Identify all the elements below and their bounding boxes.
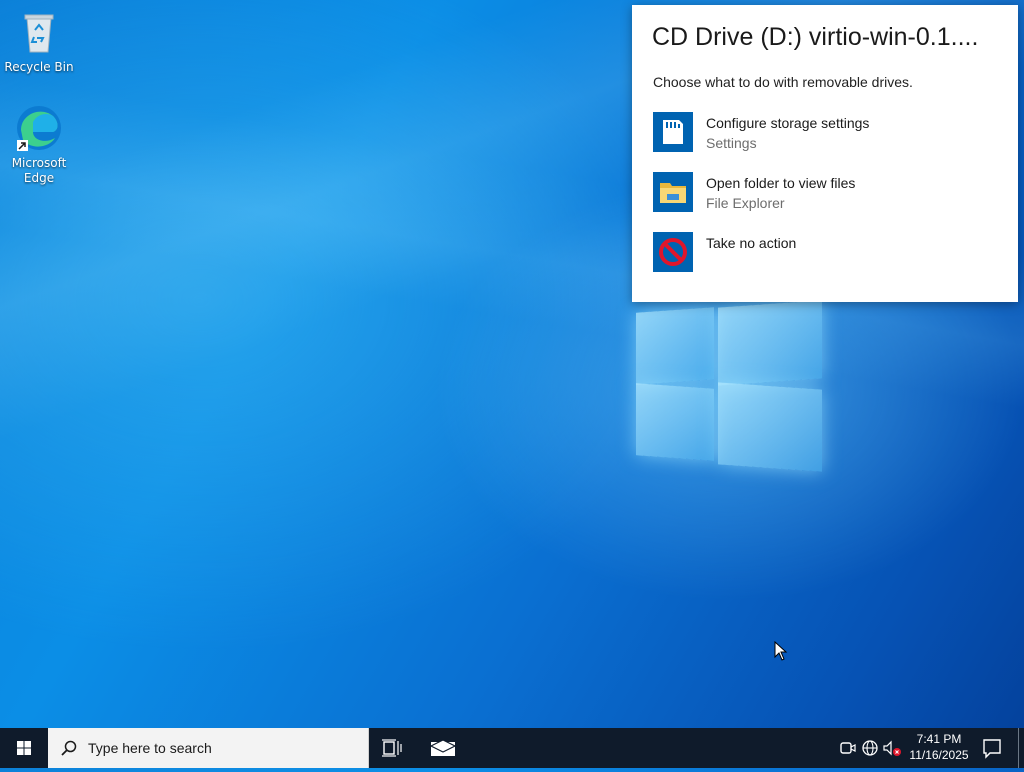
- clock[interactable]: 7:41 PM 11/16/2025: [900, 728, 978, 768]
- taskbar: Type here to search 7:41 PM 11/16/2025: [0, 728, 1024, 768]
- option-label: Configure storage settings: [706, 115, 870, 131]
- clock-date: 11/16/2025: [909, 748, 969, 762]
- task-view-button[interactable]: [368, 728, 416, 768]
- mail-app-button[interactable]: [418, 728, 466, 768]
- autoplay-subtitle: Choose what to do with removable drives.: [653, 74, 913, 90]
- edge-icon: [17, 106, 61, 151]
- sd-card-icon: [653, 112, 693, 152]
- search-placeholder: Type here to search: [88, 740, 212, 756]
- desktop-icon-label: Recycle Bin: [4, 60, 74, 74]
- recycle-bin-icon: [24, 14, 54, 53]
- option-take-no-action[interactable]: Take no action: [652, 231, 1002, 273]
- option-configure-storage[interactable]: Configure storage settings Settings: [652, 111, 1002, 153]
- meet-now-icon[interactable]: [838, 738, 858, 758]
- windows-start-icon: [17, 741, 31, 755]
- option-label: Open folder to view files: [706, 175, 856, 191]
- mail-icon: [429, 739, 457, 756]
- notifications-icon: [983, 739, 1001, 759]
- no-action-icon: [653, 232, 693, 272]
- clock-time: 7:41 PM: [916, 732, 962, 746]
- desktop-icon-microsoft-edge[interactable]: Microsoft Edge: [1, 104, 77, 186]
- show-desktop-button[interactable]: [1018, 728, 1019, 768]
- network-icon[interactable]: [860, 738, 880, 758]
- autoplay-title: CD Drive (D:) virtio-win-0.1....: [652, 23, 979, 51]
- search-box[interactable]: Type here to search: [48, 728, 369, 768]
- volume-muted-icon[interactable]: [882, 738, 902, 758]
- action-center-button[interactable]: [968, 728, 1016, 768]
- desktop-icon-recycle-bin[interactable]: Recycle Bin: [1, 8, 77, 75]
- option-label: Take no action: [706, 235, 797, 251]
- start-button[interactable]: [0, 728, 48, 768]
- task-view-icon: [382, 739, 402, 757]
- option-sublabel: Settings: [706, 135, 757, 151]
- search-icon: [61, 740, 77, 756]
- autoplay-notification[interactable]: CD Drive (D:) virtio-win-0.1.... Choose …: [632, 5, 1018, 302]
- system-tray: [836, 728, 902, 768]
- wallpaper-windows-logo: [636, 300, 826, 480]
- option-sublabel: File Explorer: [706, 195, 785, 211]
- desktop-icon-label: Microsoft Edge: [11, 156, 67, 185]
- folder-icon: [653, 172, 693, 212]
- option-open-folder[interactable]: Open folder to view files File Explorer: [652, 171, 1002, 213]
- mouse-cursor-icon: [774, 641, 788, 661]
